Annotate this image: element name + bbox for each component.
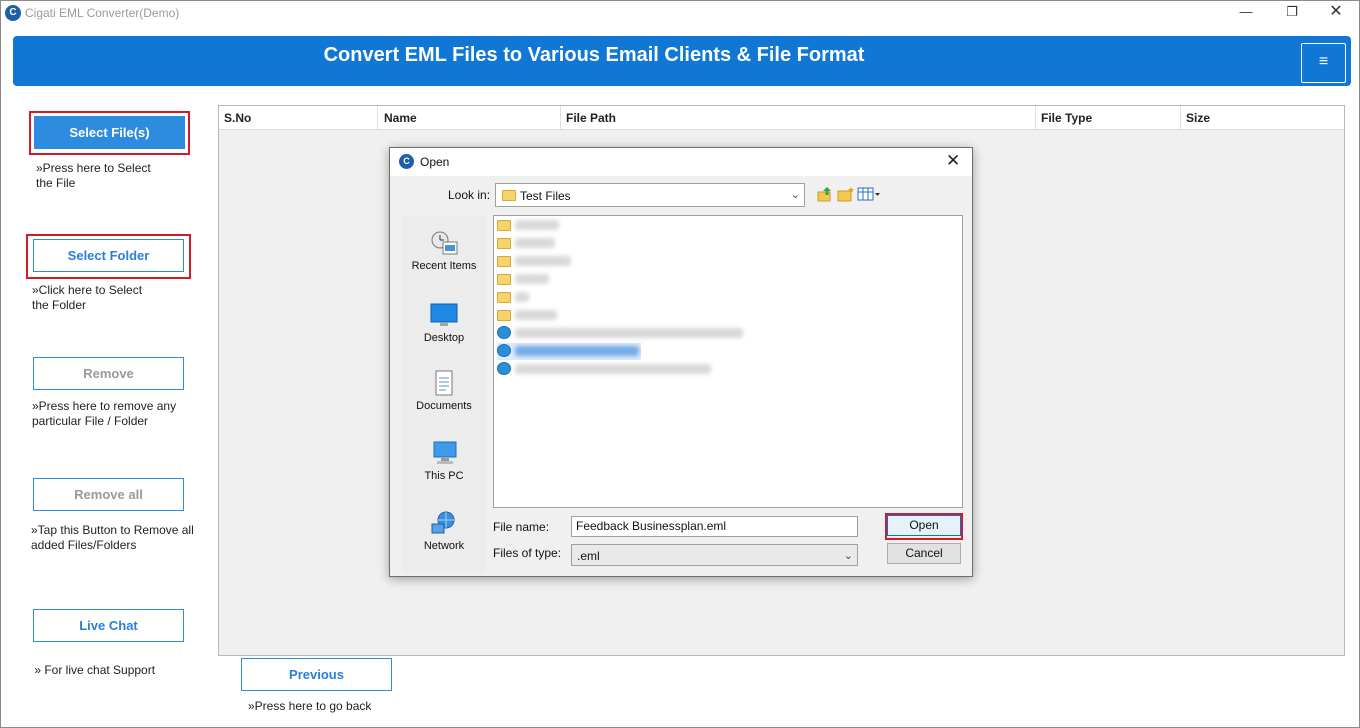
look-in-label: Look in: [448,188,491,202]
list-item[interactable] [497,217,957,234]
cancel-button[interactable]: Cancel [887,543,961,564]
dialog-close-button[interactable]: ✕ [946,151,960,171]
remove-all-button[interactable]: Remove all [33,478,184,511]
column-header-name[interactable]: Name [379,106,561,130]
place-label: This PC [424,470,464,482]
folder-icon [497,274,511,285]
eml-file-icon [497,326,511,339]
place-label: Desktop [423,332,465,344]
title-bar: C Cigati EML Converter(Demo) — ❐ ✕ [1,1,1359,27]
recent-items-icon [431,231,458,255]
hint-line: »Click here to Select [32,283,143,297]
view-menu-icon[interactable] [857,186,881,202]
select-files-hint: »Press here to Select the File [36,161,151,191]
this-pc-icon [433,441,457,464]
place-network[interactable]: Network [402,510,486,552]
close-button[interactable]: ✕ [1313,1,1359,25]
header-banner: Convert EML Files to Various Email Clien… [13,36,1351,86]
menu-icon: ≡ [1318,53,1329,70]
folder-icon [497,310,511,321]
list-item-selected[interactable] [497,343,641,360]
network-icon [431,511,455,534]
page-title: Convert EML Files to Various Email Clien… [323,44,865,66]
place-desktop[interactable]: Desktop [402,302,486,344]
hint-line: added Files/Folders [31,538,137,552]
app-window: C Cigati EML Converter(Demo) — ❐ ✕ Conve… [0,0,1360,728]
hint-line: »Press here to Select [36,161,151,175]
remove-hint: »Press here to remove any particular Fil… [32,399,176,429]
look-in-dropdown[interactable]: Test Files ⌄ [495,183,805,207]
places-bar: Recent Items Desktop Documents This PC N… [402,216,486,572]
cigati-logo-icon: C [5,5,21,21]
select-files-button[interactable]: Select File(s) [34,116,185,149]
list-item[interactable] [497,307,957,324]
select-folder-button[interactable]: Select Folder [33,239,184,272]
file-type-dropdown[interactable]: .eml ⌄ [571,544,858,566]
list-item[interactable] [497,271,957,288]
dialog-title: Open [420,155,450,169]
column-header-file-type[interactable]: File Type [1036,106,1181,130]
chevron-down-icon: ⌄ [843,550,853,562]
folder-icon [497,256,511,267]
folder-icon [502,190,516,201]
up-one-level-icon[interactable] [816,186,834,202]
file-type-value: .eml [577,549,600,563]
folder-icon [497,292,511,303]
look-in-value: Test Files [520,189,571,203]
hint-line: particular File / Folder [32,414,149,428]
list-item[interactable] [497,325,957,342]
documents-icon [435,370,453,396]
place-this-pc[interactable]: This PC [402,440,486,482]
window-title: Cigati EML Converter(Demo) [25,6,180,20]
place-recent-items[interactable]: Recent Items [402,230,486,272]
folder-icon [497,220,511,231]
list-item[interactable] [497,235,957,252]
place-label: Network [423,540,465,552]
hamburger-menu-button[interactable]: ≡ [1301,43,1346,83]
hint-line: »Tap this Button to Remove all [31,523,194,537]
column-header-sno[interactable]: S.No [219,106,378,130]
place-label: Documents [416,400,472,412]
cigati-logo-icon: C [399,154,414,169]
eml-file-icon [497,362,511,375]
live-chat-button[interactable]: Live Chat [33,609,184,642]
file-list[interactable] [493,215,963,508]
column-header-file-path[interactable]: File Path [561,106,1036,130]
open-button[interactable]: Open [887,515,961,536]
list-item[interactable] [497,289,957,306]
eml-file-icon [497,344,511,357]
place-label: Recent Items [411,260,477,272]
list-item[interactable] [497,361,957,378]
place-documents[interactable]: Documents [402,370,486,412]
remove-button[interactable]: Remove [33,357,184,390]
file-name-label: File name: [493,520,550,534]
maximize-button[interactable]: ❐ [1269,1,1315,25]
previous-hint: »Press here to go back [248,699,372,713]
list-item[interactable] [497,253,957,270]
desktop-icon [430,303,458,326]
remove-all-hint: »Tap this Button to Remove all added Fil… [31,523,194,553]
open-file-dialog: C Open ✕ Look in: Test Files ⌄ Recent It… [389,147,973,577]
minimize-button[interactable]: — [1223,1,1269,25]
hint-line: the File [36,176,76,190]
chevron-down-icon: ⌄ [790,189,800,201]
table-header: S.No Name File Path File Type Size [219,106,1344,130]
column-header-size[interactable]: Size [1181,106,1344,130]
hint-line: »Press here to remove any [32,399,177,413]
file-name-input[interactable]: Feedback Businessplan.eml [571,516,858,537]
dialog-title-bar: C Open ✕ [390,148,972,176]
live-chat-hint: » For live chat Support [31,663,156,677]
new-folder-icon[interactable] [837,186,855,202]
hint-line: the Folder [32,298,87,312]
folder-icon [497,238,511,249]
file-type-label: Files of type: [493,546,562,560]
previous-button[interactable]: Previous [241,658,392,691]
select-folder-hint: »Click here to Select the Folder [32,283,142,313]
